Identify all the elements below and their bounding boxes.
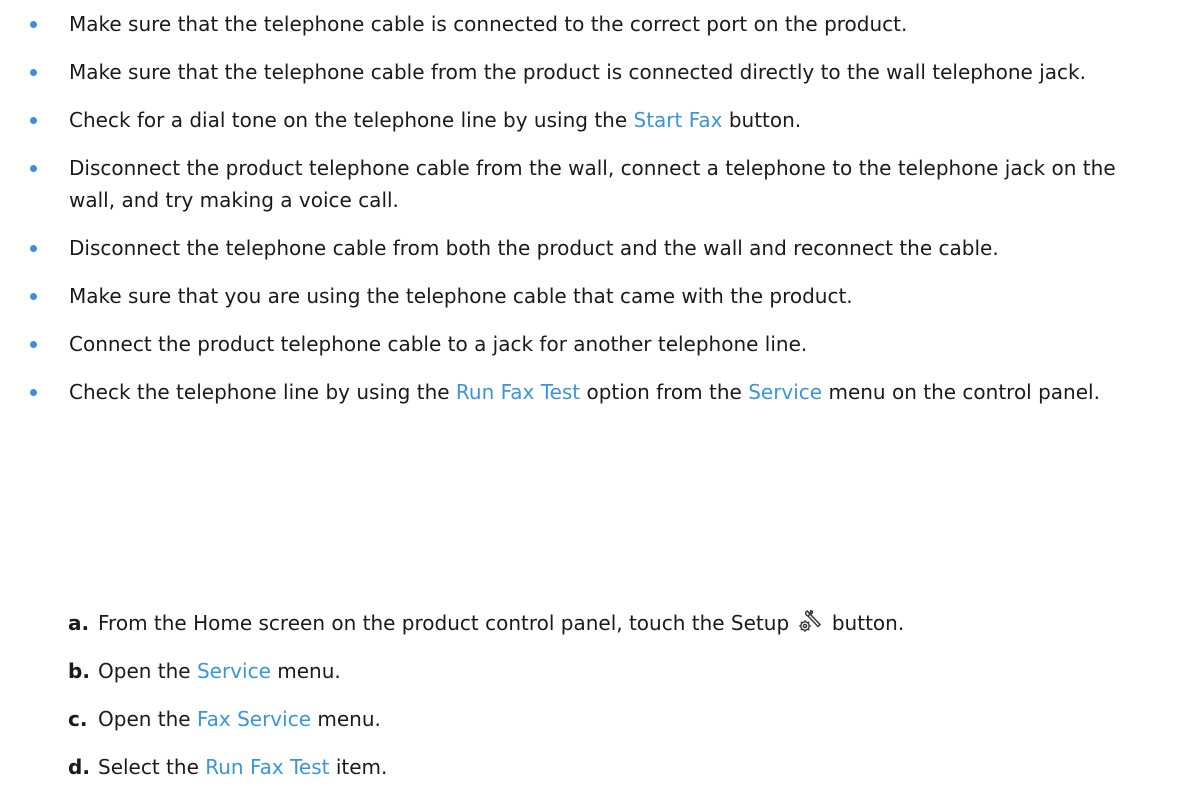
bullet-text: Disconnect the product telephone cable f… bbox=[69, 156, 1116, 212]
bullet-dot-icon bbox=[30, 165, 37, 172]
setup-wrench-gear-icon bbox=[798, 609, 824, 634]
list-item: Check for a dial tone on the telephone l… bbox=[0, 104, 1193, 136]
fax-service-menu-link[interactable]: Fax Service bbox=[197, 707, 311, 731]
list-item: Connect the product telephone cable to a… bbox=[0, 328, 1193, 360]
step-text: From the Home screen on the product cont… bbox=[98, 611, 796, 635]
step-text: button. bbox=[825, 611, 905, 635]
bullet-text: Disconnect the telephone cable from both… bbox=[69, 236, 999, 260]
step-text: menu. bbox=[270, 659, 341, 683]
bullet-dot-icon bbox=[30, 341, 37, 348]
bullet-dot-icon bbox=[30, 117, 37, 124]
list-item: Disconnect the telephone cable from both… bbox=[0, 232, 1193, 264]
step-marker: b. bbox=[68, 659, 90, 683]
service-menu-link[interactable]: Service bbox=[197, 659, 271, 683]
list-item: Make sure that the telephone cable is co… bbox=[0, 8, 1193, 40]
run-fax-test-link[interactable]: Run Fax Test bbox=[205, 755, 329, 779]
bullet-text: Connect the product telephone cable to a… bbox=[69, 332, 808, 356]
list-item: Disconnect the product telephone cable f… bbox=[0, 152, 1193, 216]
step-text: Open the bbox=[98, 707, 197, 731]
list-item: Make sure that the telephone cable from … bbox=[0, 56, 1193, 88]
bullet-text: Make sure that the telephone cable from … bbox=[69, 60, 1086, 84]
bullet-text: Make sure that the telephone cable is co… bbox=[69, 12, 908, 36]
step-item: b. Open the Service menu. bbox=[0, 655, 1193, 687]
bullet-text: Check the telephone line by using the bbox=[69, 380, 456, 404]
step-marker: d. bbox=[68, 755, 90, 779]
service-menu-link[interactable]: Service bbox=[748, 380, 822, 404]
bullet-dot-icon bbox=[30, 293, 37, 300]
step-marker: c. bbox=[68, 707, 88, 731]
step-item: a. From the Home screen on the product c… bbox=[0, 607, 1193, 639]
step-item: c. Open the Fax Service menu. bbox=[0, 703, 1193, 735]
bullet-text: option from the bbox=[580, 380, 749, 404]
start-fax-link[interactable]: Start Fax bbox=[634, 108, 723, 132]
step-text: Select the bbox=[98, 755, 206, 779]
list-item: Make sure that you are using the telepho… bbox=[0, 280, 1193, 312]
bullet-dot-icon bbox=[30, 245, 37, 252]
list-item: Check the telephone line by using the Ru… bbox=[0, 376, 1193, 408]
document-page: Make sure that the telephone cable is co… bbox=[0, 0, 1193, 789]
step-text: menu. bbox=[311, 707, 381, 731]
troubleshooting-bullet-list: Make sure that the telephone cable is co… bbox=[0, 8, 1193, 424]
step-marker: a. bbox=[68, 611, 90, 635]
bullet-dot-icon bbox=[30, 21, 37, 28]
step-item: d. Select the Run Fax Test item. bbox=[0, 751, 1193, 783]
bullet-text: button. bbox=[722, 108, 802, 132]
bullet-text: Make sure that you are using the telepho… bbox=[69, 284, 853, 308]
step-text: Open the bbox=[98, 659, 197, 683]
bullet-dot-icon bbox=[30, 389, 37, 396]
step-text: item. bbox=[329, 755, 388, 779]
procedure-steps-list: a. From the Home screen on the product c… bbox=[0, 607, 1193, 799]
bullet-dot-icon bbox=[30, 69, 37, 76]
run-fax-test-link[interactable]: Run Fax Test bbox=[456, 380, 580, 404]
bullet-text: menu on the control panel. bbox=[822, 380, 1100, 404]
bullet-text: Check for a dial tone on the telephone l… bbox=[69, 108, 634, 132]
